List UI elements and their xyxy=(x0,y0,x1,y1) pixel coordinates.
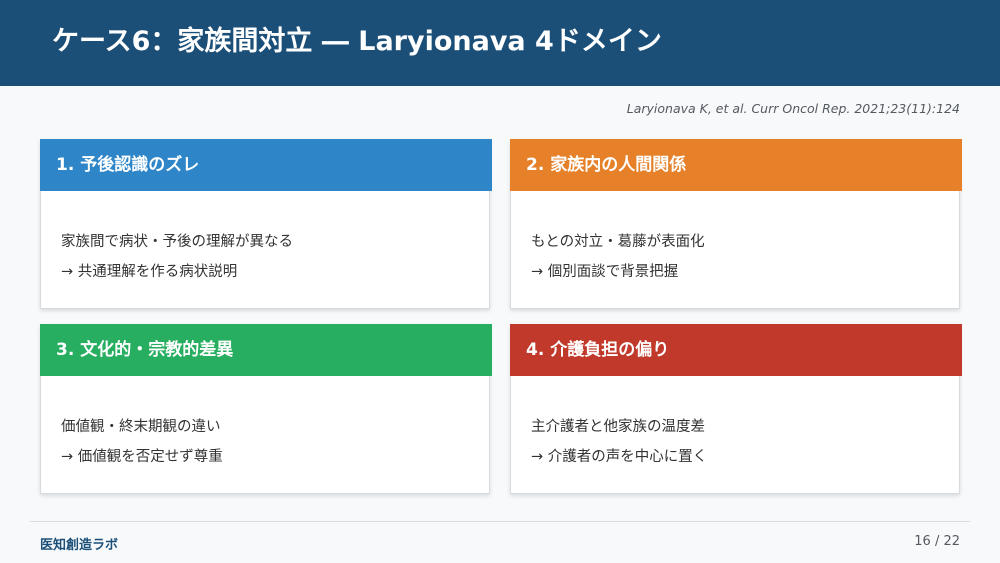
card-description: 主介護者と他家族の温度差 xyxy=(531,419,705,435)
title-bar: ケース6：家族間対立 ― Laryionava 4ドメイン xyxy=(0,0,1000,86)
card-action: → 価値観を否定せず尊重 xyxy=(61,449,223,465)
domain-card-relationships: 2. 家族内の人間関係 もとの対立・葛藤が表面化 → 個別面談で背景把握 xyxy=(510,139,962,309)
card-header: 1. 予後認識のズレ xyxy=(40,139,492,191)
card-action: → 個別面談で背景把握 xyxy=(531,264,679,280)
domain-card-prognosis: 1. 予後認識のズレ 家族間で病状・予後の理解が異なる → 共通理解を作る病状説… xyxy=(40,139,492,309)
card-description: もとの対立・葛藤が表面化 xyxy=(531,234,705,250)
domain-card-culture: 3. 文化的・宗教的差異 価値観・終末期観の違い → 価値観を否定せず尊重 xyxy=(40,324,492,494)
card-header: 3. 文化的・宗教的差異 xyxy=(40,324,492,376)
slide-title: ケース6：家族間対立 ― Laryionava 4ドメイン xyxy=(52,26,662,57)
footer-brand: 医知創造ラボ xyxy=(40,538,119,553)
citation: Laryionava K, et al. Curr Oncol Rep. 202… xyxy=(626,101,960,116)
card-header: 4. 介護負担の偏り xyxy=(510,324,962,376)
card-description: 価値観・終末期観の違い xyxy=(61,419,221,435)
page-number: 16 / 22 xyxy=(914,534,960,549)
card-action: → 共通理解を作る病状説明 xyxy=(61,264,238,280)
card-header: 2. 家族内の人間関係 xyxy=(510,139,962,191)
domain-card-care-burden: 4. 介護負担の偏り 主介護者と他家族の温度差 → 介護者の声を中心に置く xyxy=(510,324,962,494)
card-action: → 介護者の声を中心に置く xyxy=(531,449,708,465)
footer-divider xyxy=(30,521,970,522)
card-description: 家族間で病状・予後の理解が異なる xyxy=(61,234,293,250)
